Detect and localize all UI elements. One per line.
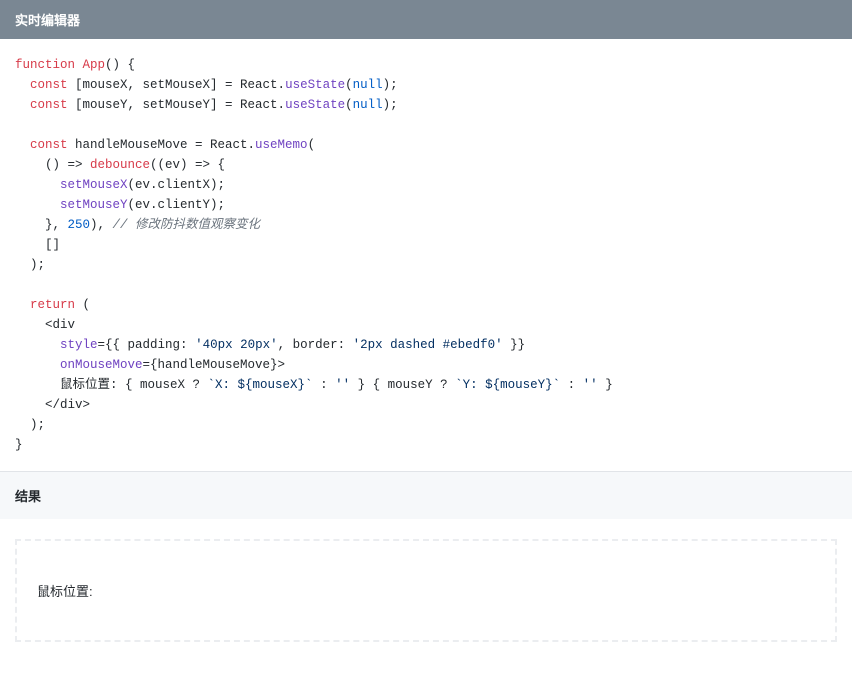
editor-header: 实时编辑器 <box>0 0 852 39</box>
code-token: `Y: ${mouseY}` <box>455 378 560 392</box>
code-token: ); <box>15 418 45 432</box>
code-token: }} <box>503 338 526 352</box>
code-token: const <box>15 138 68 152</box>
code-token: (ev.clientY); <box>128 198 226 212</box>
code-token: ), <box>90 218 113 232</box>
code-token: `X: ${mouseX}` <box>208 378 313 392</box>
code-token: setMouseY <box>15 198 128 212</box>
code-token: '40px 20px' <box>195 338 278 352</box>
code-token: [mouseX, setMouseX] = React. <box>68 78 286 92</box>
code-token: ( <box>75 298 90 312</box>
code-token: } { mouseY ? <box>350 378 455 392</box>
result-header: 结果 <box>0 471 852 519</box>
code-token: } <box>15 438 23 452</box>
code-token: ( <box>345 78 353 92</box>
code-token: [] <box>15 238 60 252</box>
code-token: ); <box>383 78 398 92</box>
code-token <box>15 358 60 372</box>
code-token: (ev.clientX); <box>128 178 226 192</box>
code-token: null <box>353 78 383 92</box>
code-token: 250 <box>68 218 91 232</box>
code-token: useState <box>285 78 345 92</box>
code-token: , border: <box>278 338 353 352</box>
code-token: ( <box>345 98 353 112</box>
code-token: 鼠标位置: { mouseX ? <box>15 378 208 392</box>
code-token: style <box>60 338 98 352</box>
code-editor[interactable]: function App() { const [mouseX, setMouse… <box>0 39 852 471</box>
code-token: } <box>598 378 613 392</box>
code-token: () => <box>15 158 90 172</box>
code-token: <div <box>15 318 75 332</box>
code-token: () { <box>105 58 135 72</box>
code-token: : <box>560 378 583 392</box>
result-output-text: 鼠标位置: <box>37 584 93 599</box>
code-token: '2px dashed #ebedf0' <box>353 338 503 352</box>
code-token: const <box>15 78 68 92</box>
code-token: [mouseY, setMouseY] = React. <box>68 98 286 112</box>
code-token: ( <box>308 138 316 152</box>
code-token: ={{ padding: <box>98 338 196 352</box>
code-token: ); <box>383 98 398 112</box>
code-token: handleMouseMove = React. <box>68 138 256 152</box>
code-token: // 修改防抖数值观察变化 <box>113 218 261 232</box>
code-token: App <box>75 58 105 72</box>
code-token: }, <box>15 218 68 232</box>
code-token: '' <box>335 378 350 392</box>
code-token: ={handleMouseMove}> <box>143 358 286 372</box>
code-token: useMemo <box>255 138 308 152</box>
code-token: null <box>353 98 383 112</box>
code-token: const <box>15 98 68 112</box>
result-body: 鼠标位置: <box>0 519 852 662</box>
code-token: function <box>15 58 75 72</box>
code-token: return <box>15 298 75 312</box>
code-token: debounce <box>90 158 150 172</box>
result-output-box[interactable]: 鼠标位置: <box>15 539 837 642</box>
code-token: ((ev) => { <box>150 158 225 172</box>
code-token: useState <box>285 98 345 112</box>
code-token: '' <box>583 378 598 392</box>
code-token: </div> <box>15 398 90 412</box>
code-token: onMouseMove <box>60 358 143 372</box>
code-token: ); <box>15 258 45 272</box>
code-token: setMouseX <box>15 178 128 192</box>
code-token: : <box>313 378 336 392</box>
result-title: 结果 <box>15 489 41 504</box>
editor-title: 实时编辑器 <box>15 13 80 28</box>
code-token <box>15 338 60 352</box>
